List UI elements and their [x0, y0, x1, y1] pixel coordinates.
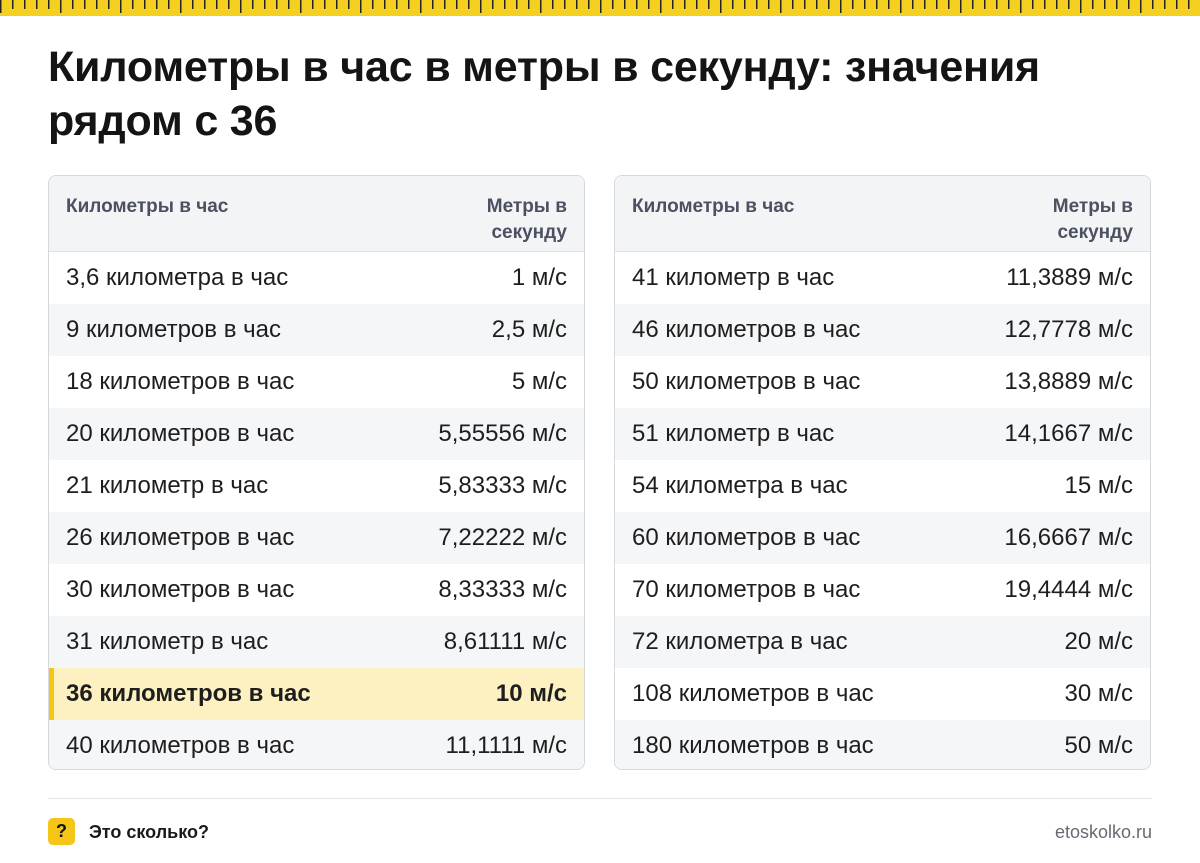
table-row: 21 километр в час 5,83333 м/с: [49, 460, 584, 512]
cell-kmh: 41 километр в час: [632, 264, 835, 291]
table-row: 108 километров в час 30 м/с: [615, 668, 1150, 720]
cell-kmh: 70 километров в час: [632, 576, 861, 603]
cell-ms: 14,1667 м/с: [1004, 420, 1133, 447]
table-row: 41 километр в час 11,3889 м/с: [615, 252, 1150, 304]
cell-kmh: 9 километров в час: [66, 316, 281, 343]
cell-ms: 13,8889 м/с: [1004, 368, 1133, 395]
table-row: 9 километров в час 2,5 м/с: [49, 304, 584, 356]
cell-ms: 8,33333 м/с: [438, 576, 567, 603]
cell-kmh: 21 километр в час: [66, 472, 269, 499]
column-header-ms: Метры в секунду: [486, 196, 567, 243]
cell-kmh: 36 километров в час: [66, 680, 311, 707]
table-row: 26 километров в час 7,22222 м/с: [49, 512, 584, 564]
table-row: 60 километров в час 16,6667 м/с: [615, 512, 1150, 564]
cell-ms: 5,83333 м/с: [438, 472, 567, 499]
table-body: 41 километр в час 11,3889 м/с 46 километро…: [615, 252, 1150, 769]
cell-ms: 8,61111 м/с: [443, 628, 567, 655]
cell-ms: 5 м/с: [511, 368, 567, 395]
cell-ms: 2,5 м/с: [491, 316, 567, 343]
brand-name: Это сколько?: [89, 822, 209, 842]
cell-kmh: 26 километров в час: [66, 524, 295, 551]
table-row: 20 километров в час 5,55556 м/с: [49, 408, 584, 460]
ruler-stripe: [0, 0, 1200, 16]
cell-kmh: 46 километров в час: [632, 316, 861, 343]
cell-ms: 19,4444 м/с: [1004, 576, 1133, 603]
table-row: 50 километров в час 13,8889 м/с: [615, 356, 1150, 408]
cell-ms: 7,22222 м/с: [438, 524, 567, 551]
column-header-kmh: Километры в час: [632, 196, 795, 217]
table-row: 31 километр в час 8,61111 м/с: [49, 616, 584, 668]
table-row: 3,6 километра в час 1 м/с: [49, 252, 584, 304]
table-row: 51 километр в час 14,1667 м/с: [615, 408, 1150, 460]
cell-ms: 1 м/с: [511, 264, 567, 291]
cell-kmh: 30 километров в час: [66, 576, 295, 603]
table-row: 180 километров в час 50 м/с: [615, 720, 1150, 769]
table-header: Километры в час Метры в секунду: [49, 176, 584, 252]
cell-kmh: 3,6 километра в час: [66, 264, 289, 291]
cell-kmh: 51 километр в час: [632, 420, 835, 447]
cell-ms: 50 м/с: [1064, 732, 1133, 759]
conversion-table-right: Километры в час Метры в секунду 41 килом…: [614, 175, 1151, 770]
page-title: Километры в час в метры в секунду: значе…: [48, 43, 1040, 145]
table-row: 18 километров в час 5 м/с: [49, 356, 584, 408]
cell-kmh: 50 километров в час: [632, 368, 861, 395]
site-url[interactable]: etoskolko.ru: [1055, 819, 1152, 845]
cell-kmh: 18 километров в час: [66, 368, 295, 395]
cell-ms: 16,6667 м/с: [1004, 524, 1133, 551]
cell-ms: 12,7778 м/с: [1004, 316, 1133, 343]
cell-kmh: 20 километров в час: [66, 420, 295, 447]
column-header-kmh: Километры в час: [66, 196, 229, 217]
cell-ms: 15 м/с: [1064, 472, 1133, 499]
table-header: Километры в час Метры в секунду: [615, 176, 1150, 252]
cell-ms: 11,3889 м/с: [1006, 264, 1133, 291]
cell-kmh: 72 километра в час: [632, 628, 848, 655]
cell-kmh: 108 километров в час: [632, 680, 874, 707]
question-mark-icon: ?: [48, 818, 75, 845]
cell-kmh: 180 километров в час: [632, 732, 874, 759]
table-row: 54 километра в час 15 м/с: [615, 460, 1150, 512]
table-row: 70 километров в час 19,4444 м/с: [615, 564, 1150, 616]
table-row-highlighted: 36 километров в час 10 м/с: [49, 668, 584, 720]
table-body: 3,6 километра в час 1 м/с 9 километров в ч…: [49, 252, 584, 769]
footer-divider: [48, 798, 1152, 799]
column-header-ms: Метры в секунду: [1052, 196, 1133, 243]
cell-ms: 30 м/с: [1064, 680, 1133, 707]
cell-kmh: 40 километров в час: [66, 732, 295, 759]
conversion-table-left: Километры в час Метры в секунду 3,6 кило…: [48, 175, 585, 770]
cell-ms: 11,1111 м/с: [445, 732, 567, 759]
table-row: 46 километров в час 12,7778 м/с: [615, 304, 1150, 356]
cell-ms: 10 м/с: [495, 680, 567, 707]
table-row: 40 километров в час 11,1111 м/с: [49, 720, 584, 769]
cell-ms: 20 м/с: [1064, 628, 1133, 655]
cell-kmh: 54 километра в час: [632, 472, 848, 499]
table-row: 72 километра в час 20 м/с: [615, 616, 1150, 668]
cell-kmh: 60 километров в час: [632, 524, 861, 551]
table-row: 30 километров в час 8,33333 м/с: [49, 564, 584, 616]
cell-ms: 5,55556 м/с: [438, 420, 567, 447]
cell-kmh: 31 километр в час: [66, 628, 269, 655]
